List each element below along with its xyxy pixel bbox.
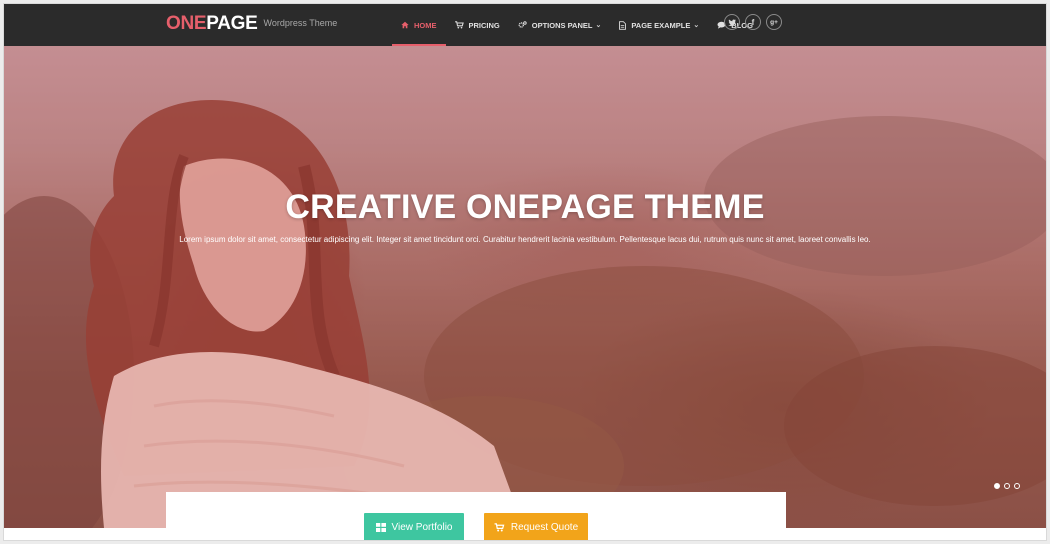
social-links: f g+ [724,14,782,30]
logo-page-text: PAGE [206,13,258,34]
request-quote-button[interactable]: Request Quote [484,513,588,540]
hero-color-overlay [4,46,1046,528]
facebook-glyph: f [751,17,755,27]
chevron-down-icon: ⌄ [693,22,700,29]
site-logo[interactable]: ONE PAGE Wordpress Theme [166,13,337,37]
facebook-icon[interactable]: f [745,14,761,30]
slider-pagination [994,483,1020,489]
slider-dot-1[interactable] [994,483,1000,489]
slider-dot-2[interactable] [1004,483,1010,489]
view-portfolio-button[interactable]: View Portfolio [364,513,464,540]
top-navbar: ONE PAGE Wordpress Theme HOME PRICING OP… [4,4,1046,46]
file-icon [619,20,627,30]
cta-panel: View Portfolio Request Quote [166,492,786,540]
cart-icon [454,21,464,29]
view-portfolio-label: View Portfolio [391,521,453,533]
logo-one-text: ONE [166,13,207,34]
logo-tagline: Wordpress Theme [263,18,338,28]
hero-description: Lorem ipsum dolor sit amet, consectetur … [179,235,871,244]
nav-item-options-panel[interactable]: OPTIONS PANEL ⌄ [509,4,611,46]
page-frame: ONE PAGE Wordpress Theme HOME PRICING OP… [3,3,1047,541]
slider-dot-3[interactable] [1014,483,1020,489]
cart-icon [494,522,505,532]
chevron-down-icon: ⌄ [595,22,602,29]
gears-icon [518,21,527,29]
nav-item-label: OPTIONS PANEL [531,20,593,30]
grid-icon [375,522,386,532]
nav-item-label: PAGE EXAMPLE [631,20,691,30]
nav-item-label: HOME [414,20,437,30]
nav-item-home[interactable]: HOME [392,4,446,46]
nav-item-label: PRICING [468,20,500,30]
twitter-icon[interactable] [724,14,740,30]
google-plus-glyph: g+ [770,18,778,26]
home-icon [401,21,409,29]
request-quote-label: Request Quote [510,521,579,533]
hero-title: CREATIVE ONEPAGE THEME [285,188,765,226]
nav-item-page-example[interactable]: PAGE EXAMPLE ⌄ [610,4,708,46]
nav-item-pricing[interactable]: PRICING [446,4,509,46]
main-nav: HOME PRICING OPTIONS PANEL ⌄ PAGE EXAMPL… [392,4,762,46]
hero-slider: CREATIVE ONEPAGE THEME Lorem ipsum dolor… [4,46,1046,528]
google-plus-icon[interactable]: g+ [766,14,782,30]
